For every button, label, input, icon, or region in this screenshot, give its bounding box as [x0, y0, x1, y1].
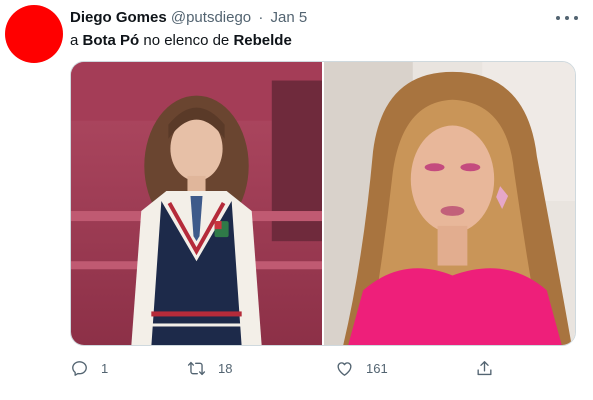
like-count: 161: [366, 360, 388, 376]
tweet[interactable]: Diego Gomes @putsdiego · Jan 5 a Bota Pó…: [0, 0, 593, 400]
retweet-icon: [187, 361, 206, 375]
author-handle[interactable]: @putsdiego: [171, 9, 251, 26]
separator-dot: ·: [258, 9, 264, 26]
tweet-date[interactable]: Jan 5: [270, 9, 307, 26]
tweet-text-part: no elenco de: [139, 32, 234, 49]
like-button[interactable]: 161: [335, 356, 388, 380]
photo-2-illustration: [324, 62, 575, 345]
tweet-text-part: a: [70, 32, 83, 49]
media-grid: [70, 61, 576, 346]
tweet-text-bold: Bota Pó: [82, 32, 140, 49]
tweet-actions: 1 18 161: [70, 356, 510, 380]
avatar[interactable]: [5, 5, 63, 63]
more-options-icon[interactable]: [556, 10, 578, 26]
photo-1-illustration: [71, 62, 322, 345]
more-dot: [565, 16, 569, 20]
more-dot: [574, 16, 578, 20]
reply-icon: [72, 360, 87, 376]
retweet-button[interactable]: 18: [187, 356, 232, 380]
tweet-photo-1[interactable]: [71, 62, 322, 345]
tweet-photo-2[interactable]: [324, 62, 575, 345]
reply-count: 1: [101, 360, 109, 376]
share-button[interactable]: [475, 356, 494, 380]
share-icon: [477, 360, 492, 375]
tweet-header: Diego Gomes @putsdiego · Jan 5: [70, 9, 307, 27]
tweet-text: a Bota Pó no elenco de Rebelde: [70, 32, 292, 50]
tweet-text-bold: Rebelde: [233, 32, 292, 49]
heart-icon: [337, 361, 352, 376]
author-name[interactable]: Diego Gomes: [70, 9, 167, 26]
more-dot: [556, 16, 560, 20]
retweet-count: 18: [218, 360, 233, 376]
reply-button[interactable]: 1: [70, 356, 108, 380]
